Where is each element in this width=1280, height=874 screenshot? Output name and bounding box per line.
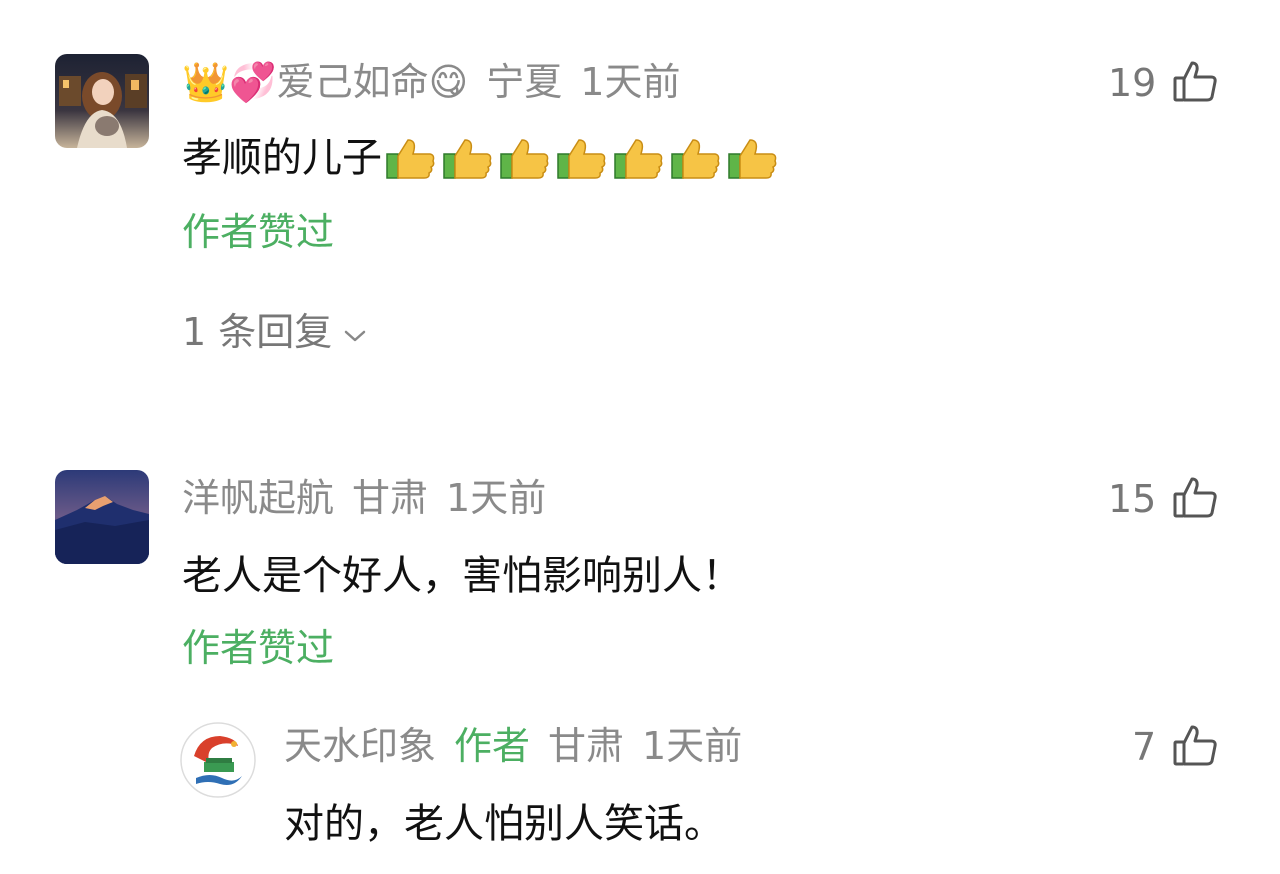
thumbs-up-emoji-icon (671, 136, 721, 180)
username[interactable]: 天水印象 (284, 724, 436, 768)
timestamp: 1天前 (642, 724, 743, 768)
reply-body: 对的，老人怕别人笑话。 (284, 801, 724, 847)
author-liked-label: 作者赞过 (182, 626, 335, 670)
like-count: 15 (1108, 477, 1157, 521)
comment-text: 孝顺的儿子 (182, 132, 785, 184)
thumbs-up-outline-icon (1172, 474, 1218, 524)
like-button[interactable]: 15 (1108, 474, 1218, 524)
location: 甘肃 (548, 724, 625, 768)
author-liked-label: 作者赞过 (182, 210, 335, 254)
thumbs-up-emoji-icon (443, 136, 493, 180)
avatar-user-2[interactable] (55, 470, 149, 564)
author-badge: 作者 (454, 724, 531, 768)
username[interactable]: 👑💞爱己如命😋 (182, 60, 468, 104)
comment-meta: 洋帆起航 甘肃 1天前 (182, 474, 564, 522)
thumbs-up-emoji-icon (728, 136, 778, 180)
timestamp: 1天前 (446, 476, 547, 520)
username[interactable]: 洋帆起航 (182, 476, 334, 520)
like-count: 7 (1132, 725, 1157, 769)
like-count: 19 (1108, 61, 1157, 105)
avatar-reply-author[interactable] (180, 722, 256, 798)
comment-meta: 👑💞爱己如命😋 宁夏 1天前 (182, 58, 698, 106)
avatar-user-1[interactable] (55, 54, 149, 148)
replies-count-label: 1 条回复 (182, 310, 333, 354)
location: 宁夏 (486, 60, 563, 104)
comment-body: 老人是个好人，害怕影响别人！ (182, 553, 742, 599)
view-replies-button[interactable]: 1 条回复 (182, 308, 368, 356)
timestamp: 1天前 (580, 60, 681, 104)
thumbs-up-emoji-icon (500, 136, 550, 180)
thumbs-up-outline-icon (1172, 58, 1218, 108)
chevron-down-icon (342, 308, 368, 356)
like-button[interactable]: 7 (1132, 722, 1218, 772)
emoji-list (386, 136, 785, 180)
location: 甘肃 (352, 476, 429, 520)
thumbs-up-emoji-icon (614, 136, 664, 180)
thumbs-up-emoji-icon (386, 136, 436, 180)
like-button[interactable]: 19 (1108, 58, 1218, 108)
thumbs-up-outline-icon (1172, 722, 1218, 772)
thumbs-up-emoji-icon (557, 136, 607, 180)
reply-meta: 天水印象 作者 甘肃 1天前 (284, 722, 760, 770)
comment-body: 孝顺的儿子 (182, 135, 382, 181)
